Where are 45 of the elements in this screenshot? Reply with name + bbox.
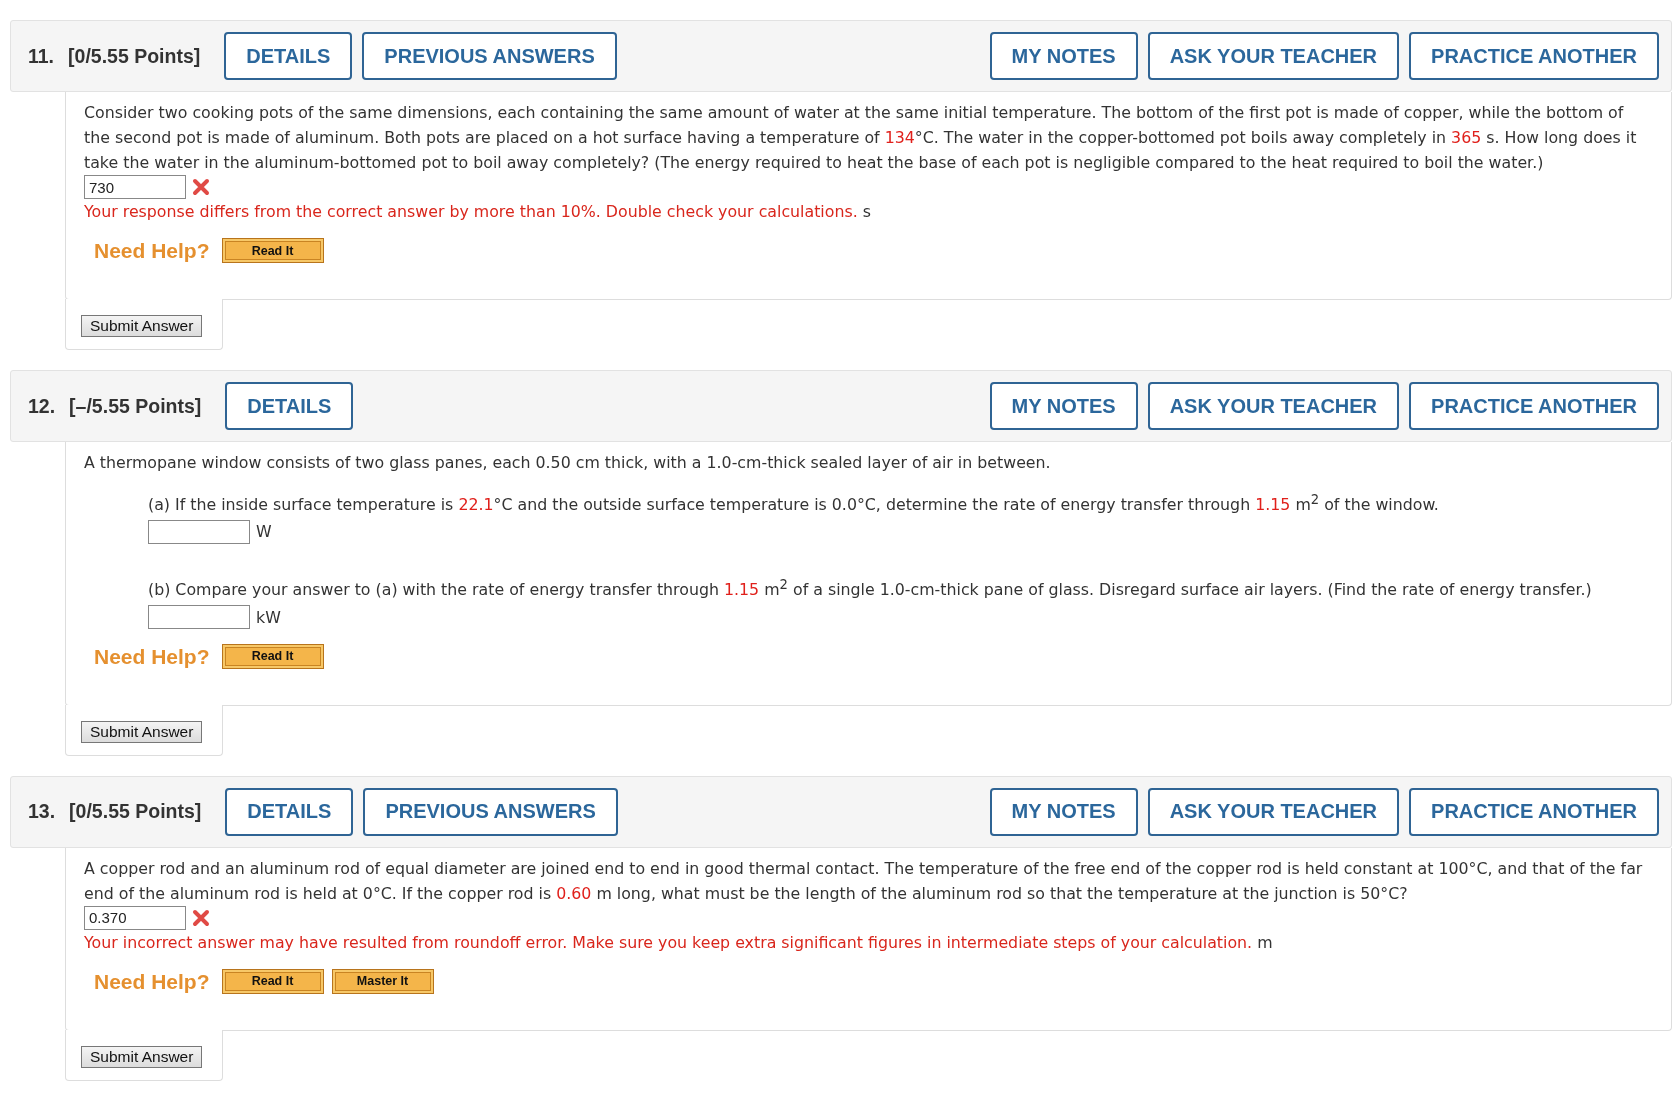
header-button[interactable]: PREVIOUS ANSWERS	[363, 787, 618, 836]
header-button[interactable]: ASK YOUR TEACHER	[1147, 382, 1400, 430]
question-number: 11.	[28, 44, 55, 68]
points-label: [–/5.55 Points]	[69, 394, 202, 418]
question-number: 13.	[28, 800, 56, 824]
incorrect-icon	[192, 178, 210, 196]
question-text: (a) If the inside surface temperature is 22.1°C and the outside surface temperature is 0.0°C, determine the rate of energy transfer through 1.15 m$^{2}$ of the window.	[148, 491, 1440, 517]
header-button[interactable]: MY NOTES	[989, 382, 1138, 430]
question-text: A thermopane window consists of two glass panes, each 0.50 cm thick, with a 1.0-cm-thick sealed layer of air in between.	[84, 452, 1052, 474]
question-text: (b) Compare your answer to (a) with the rate of energy transfer through 1.15 m$^{2}$ of a single 1.0-cm-thick pane of glass. Disregard surface air layers. (Find the rate of energy transfer.)	[148, 576, 1593, 602]
header-button[interactable]: DETAILS	[225, 382, 354, 430]
question-number: 12.	[28, 394, 56, 418]
header-button[interactable]: MY NOTES	[989, 787, 1138, 836]
points-label: [0/5.55 Points]	[69, 800, 202, 824]
question-text: A copper rod and an aluminum rod of equal diameter are joined end to end in good thermal contact. The temperature of the free end of the copper rod is held constant at 100°C, and that of the far end of the aluminum rod is held at 0°C. If the copper rod is 0.60 m long, what must be the length of the aluminum rod so that the temperature at the junction is 50°C?	[84, 857, 1644, 905]
need-help-label: Need Help?	[94, 968, 210, 994]
header-button[interactable]: PREVIOUS ANSWERS	[362, 32, 617, 80]
unit-label: W	[256, 521, 272, 544]
feedback-text: Your response differs from the correct answer by more than 10%. Double check your calculations. s	[84, 201, 872, 223]
header-button[interactable]: ASK YOUR TEACHER	[1147, 787, 1400, 836]
points-label: [0/5.55 Points]	[68, 44, 201, 68]
header-button[interactable]: DETAILS	[224, 32, 353, 80]
submit-button[interactable]: Submit Answer	[81, 315, 203, 337]
header-button[interactable]: ASK YOUR TEACHER	[1147, 32, 1400, 80]
header-button[interactable]: PRACTICE ANOTHER	[1409, 382, 1659, 430]
need-help-label: Need Help?	[94, 238, 210, 263]
help-button[interactable]: Read It	[221, 643, 324, 669]
answer-field[interactable]: 0.370	[84, 905, 186, 930]
answer-field[interactable]: 730	[84, 175, 186, 199]
help-button[interactable]: Read It	[221, 238, 324, 263]
question-text: Consider two cooking pots of the same dimensions, each containing the same amount of water at the same initial temperature. The bottom of the first pot is made of copper, while the bottom of the second pot is made of aluminum. Both pots are placed on a hot surface having a temperature of 134°C. The water in the copper-bottomed pot boils away completely in 365 s. How long does it take the water in the aluminum-bottomed pot to boil away completely? (The energy required to heat the base of each pot is negligible compared to the heat required to boil the water.)	[84, 102, 1638, 174]
header-button[interactable]: PRACTICE ANOTHER	[1409, 32, 1659, 80]
submit-button[interactable]: Submit Answer	[81, 720, 203, 743]
header-button[interactable]: MY NOTES	[989, 32, 1138, 80]
answer-field[interactable]	[148, 605, 250, 630]
incorrect-icon	[192, 908, 210, 927]
help-button[interactable]: Master It	[331, 968, 434, 994]
header-button[interactable]: DETAILS	[225, 787, 354, 836]
help-button[interactable]: Read It	[221, 968, 324, 994]
header-button[interactable]: PRACTICE ANOTHER	[1409, 787, 1659, 836]
need-help-label: Need Help?	[94, 643, 210, 669]
unit-label: kW	[256, 606, 281, 629]
answer-field[interactable]	[148, 519, 250, 544]
feedback-text: Your incorrect answer may have resulted from roundoff error. Make sure you keep extra significant figures in intermediate steps of your calculation. m	[84, 931, 1274, 954]
submit-button[interactable]: Submit Answer	[81, 1045, 203, 1068]
